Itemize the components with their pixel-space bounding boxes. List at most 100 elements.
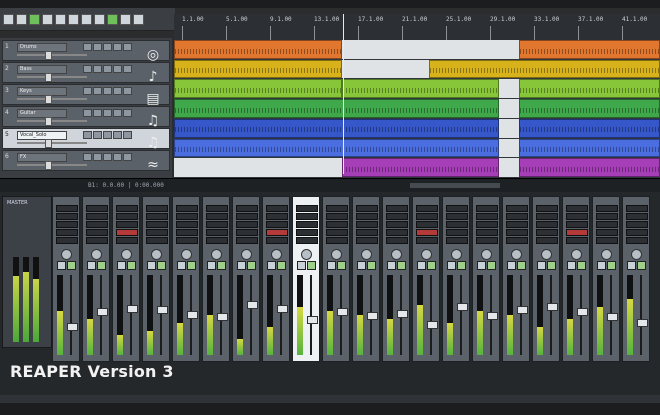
fx-slot[interactable] <box>566 237 588 244</box>
fx-slot[interactable] <box>236 221 258 228</box>
fx-slot[interactable] <box>86 229 108 236</box>
fx-slot[interactable] <box>386 237 408 244</box>
volume-fader[interactable] <box>277 304 288 313</box>
record-arm-button[interactable] <box>83 87 92 95</box>
fx-slot[interactable] <box>266 229 288 236</box>
pan-knob[interactable] <box>211 249 222 260</box>
mute-button[interactable] <box>207 261 216 270</box>
fx-slot[interactable] <box>596 221 618 228</box>
mute-button[interactable] <box>357 261 366 270</box>
pan-knob[interactable] <box>511 249 522 260</box>
mute-button[interactable] <box>627 261 636 270</box>
fader-track[interactable] <box>280 275 282 355</box>
fader-track[interactable] <box>160 275 162 355</box>
fx-slot[interactable] <box>296 237 318 244</box>
fx-slot[interactable] <box>566 205 588 212</box>
media-item[interactable] <box>342 158 499 177</box>
fx-slot[interactable] <box>206 237 228 244</box>
settings-icon[interactable] <box>42 13 53 25</box>
fx-slot[interactable] <box>446 221 468 228</box>
track-lane[interactable] <box>174 158 660 177</box>
pan-knob[interactable] <box>181 249 192 260</box>
track-lane[interactable] <box>174 59 660 79</box>
mute-button[interactable] <box>177 261 186 270</box>
fx-slot[interactable] <box>326 205 348 212</box>
fx-slot[interactable] <box>56 205 78 212</box>
solo-button[interactable] <box>487 261 496 270</box>
fx-slot[interactable] <box>266 205 288 212</box>
fx-slot[interactable] <box>416 221 438 228</box>
media-item[interactable] <box>342 79 499 99</box>
solo-button[interactable] <box>637 261 646 270</box>
fx-slot[interactable] <box>176 205 198 212</box>
record-arm-button[interactable] <box>83 43 92 51</box>
solo-button[interactable] <box>103 153 112 161</box>
mute-button[interactable] <box>477 261 486 270</box>
pan-knob[interactable] <box>301 249 312 260</box>
fx-slot[interactable] <box>506 221 528 228</box>
fx-slot[interactable] <box>266 237 288 244</box>
volume-slider-handle[interactable] <box>45 161 52 170</box>
pan-knob[interactable] <box>91 249 102 260</box>
fx-slot[interactable] <box>326 221 348 228</box>
timeline-ruler[interactable]: 1.1.00 5.1.00 9.1.00 13.1.00 17.1.00 21.1.00 2… <box>174 14 660 41</box>
solo-button[interactable] <box>97 261 106 270</box>
track-lane[interactable] <box>174 40 660 59</box>
pan-knob[interactable] <box>391 249 402 260</box>
fx-slot[interactable] <box>116 237 138 244</box>
fx-button[interactable] <box>113 87 122 95</box>
fader-track[interactable] <box>70 275 72 355</box>
fx-slot[interactable] <box>596 237 618 244</box>
pan-knob[interactable] <box>421 249 432 260</box>
solo-button[interactable] <box>157 261 166 270</box>
fx-slot[interactable] <box>626 205 648 212</box>
record-arm-button[interactable] <box>83 109 92 117</box>
mute-button[interactable] <box>297 261 306 270</box>
fx-slot[interactable] <box>626 237 648 244</box>
solo-button[interactable] <box>307 261 316 270</box>
fx-slot[interactable] <box>356 221 378 228</box>
volume-slider-handle[interactable] <box>45 51 52 60</box>
track-header[interactable]: 1 Drums ◎ <box>2 40 170 63</box>
fx-slot[interactable] <box>416 237 438 244</box>
pan-knob[interactable] <box>121 249 132 260</box>
volume-fader[interactable] <box>187 310 198 319</box>
fx-slot[interactable] <box>386 221 408 228</box>
transport-scrollbar[interactable] <box>410 183 500 188</box>
volume-slider-handle[interactable] <box>45 117 52 126</box>
fx-slot[interactable] <box>176 221 198 228</box>
fx-slot[interactable] <box>56 229 78 236</box>
solo-button[interactable] <box>397 261 406 270</box>
fader-track[interactable] <box>460 275 462 355</box>
fx-slot[interactable] <box>566 229 588 236</box>
solo-button[interactable] <box>607 261 616 270</box>
fx-slot[interactable] <box>56 237 78 244</box>
pan-knob[interactable] <box>631 249 642 260</box>
mute-button[interactable] <box>597 261 606 270</box>
pan-knob[interactable] <box>541 249 552 260</box>
io-button[interactable] <box>123 153 132 161</box>
fx-slot[interactable] <box>146 205 168 212</box>
track-header[interactable]: 6 FX ≈ <box>2 150 170 173</box>
fx-slot[interactable] <box>416 205 438 212</box>
lock-icon[interactable] <box>133 13 144 25</box>
mute-button[interactable] <box>93 65 102 73</box>
volume-fader[interactable] <box>547 303 558 312</box>
fx-slot[interactable] <box>296 229 318 236</box>
snap-icon[interactable] <box>107 13 118 25</box>
fx-slot[interactable] <box>596 205 618 212</box>
fx-button[interactable] <box>113 131 122 139</box>
fx-slot[interactable] <box>176 213 198 220</box>
track-lane[interactable] <box>174 99 660 118</box>
fx-slot[interactable] <box>116 213 138 220</box>
fader-track[interactable] <box>250 275 252 355</box>
pan-knob[interactable] <box>241 249 252 260</box>
fx-slot[interactable] <box>116 221 138 228</box>
mute-button[interactable] <box>237 261 246 270</box>
fx-slot[interactable] <box>446 213 468 220</box>
track-header[interactable]: 2 Bass ♪ <box>2 62 170 85</box>
fx-slot[interactable] <box>86 221 108 228</box>
volume-slider-handle[interactable] <box>45 95 52 104</box>
volume-fader[interactable] <box>607 313 618 322</box>
volume-fader[interactable] <box>217 313 228 322</box>
